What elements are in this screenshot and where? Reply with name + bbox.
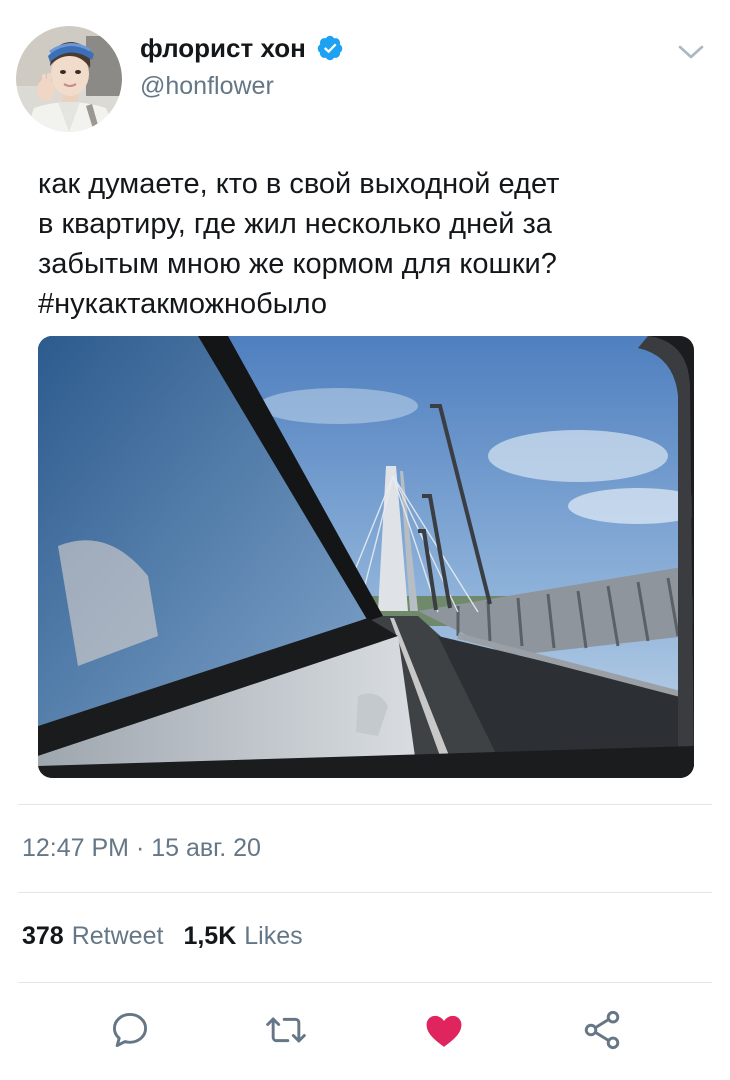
likes-label[interactable]: Likes (244, 922, 302, 951)
share-icon (580, 1008, 624, 1057)
tweet: флорист хон @honflower как думаете, кто … (0, 0, 730, 1080)
divider (18, 982, 712, 983)
likes-count[interactable]: 1,5K (183, 922, 236, 951)
like-button[interactable] (420, 1008, 468, 1056)
tweet-stats: 378 Retweet 1,5K Likes (22, 922, 323, 951)
tweet-text-line: как думаете, кто в свой выходной едет (38, 168, 560, 200)
retweet-icon (263, 1008, 309, 1057)
display-name-row: флорист хон (140, 30, 344, 66)
divider (18, 892, 712, 893)
display-name[interactable]: флорист хон (140, 33, 306, 64)
avatar[interactable] (16, 26, 122, 132)
tweet-text-line: в квартиру, где жил несколько дней за (38, 208, 552, 240)
tweet-text: как думаете, кто в свой выходной едет в … (38, 164, 698, 324)
tweet-photo[interactable] (38, 336, 694, 778)
retweet-count[interactable]: 378 (22, 922, 64, 951)
share-button[interactable] (578, 1008, 626, 1056)
hashtag-link[interactable]: #нукактакможнобыло (38, 284, 698, 324)
tweet-timestamp[interactable]: 12:47 PM · 15 авг. 20 (22, 834, 261, 863)
tweet-text-line: забытым мною же кормом для кошки? (38, 248, 557, 280)
reply-button[interactable] (106, 1008, 154, 1056)
retweet-label[interactable]: Retweet (72, 922, 164, 951)
retweet-button[interactable] (262, 1008, 310, 1056)
heart-icon (421, 1008, 467, 1057)
verified-badge-icon (316, 34, 344, 62)
user-handle[interactable]: @honflower (140, 72, 274, 101)
chevron-down-icon[interactable] (675, 38, 707, 66)
divider (18, 804, 712, 805)
reply-icon (108, 1008, 152, 1057)
